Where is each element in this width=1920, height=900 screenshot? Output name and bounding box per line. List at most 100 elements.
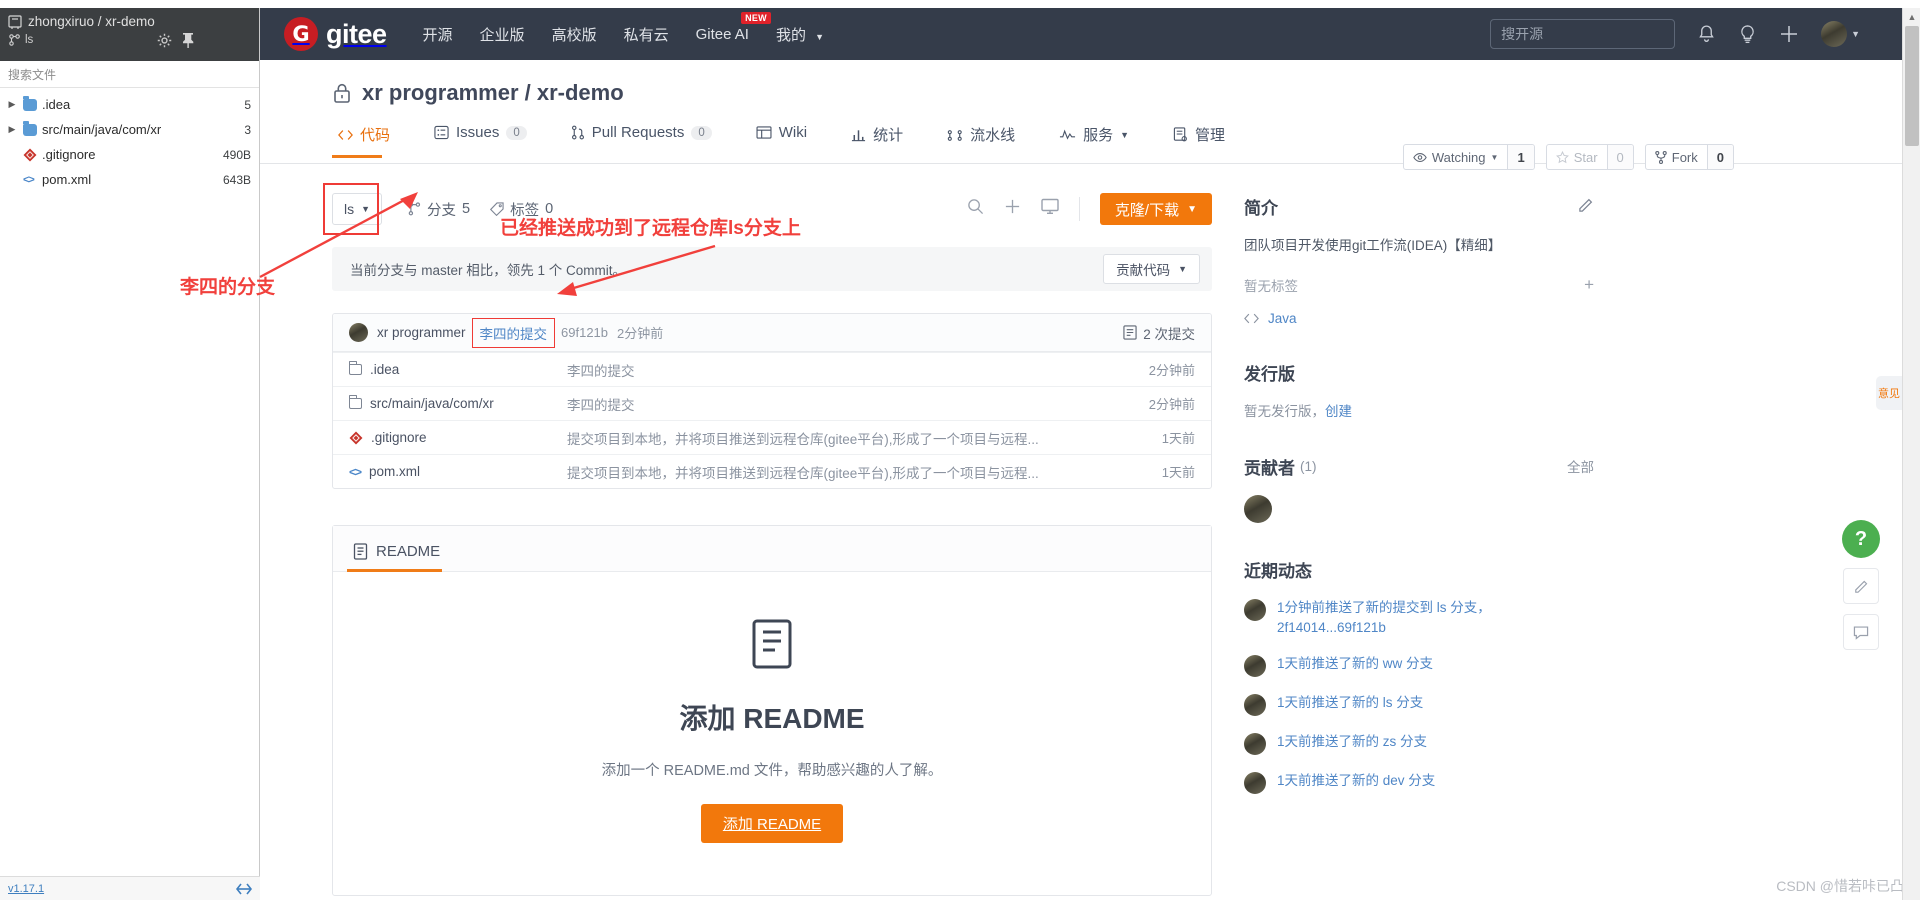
list-item[interactable]: 1分钟前推送了新的提交到 ls 分支，2f14014...69f121b bbox=[1244, 598, 1594, 639]
user-menu[interactable]: ▼ bbox=[1821, 21, 1860, 47]
file-commit-message[interactable]: 提交项目到本地，并将项目推送到远程仓库(gitee平台),形成了一个项目与远程.… bbox=[567, 462, 1133, 482]
avatar[interactable] bbox=[1244, 494, 1272, 523]
tab-issues[interactable]: Issues 0 bbox=[412, 124, 549, 153]
nav-item-education[interactable]: 高校版 bbox=[552, 24, 597, 45]
gear-icon[interactable] bbox=[157, 33, 172, 48]
nav-item-mine[interactable]: 我的 ▼ bbox=[776, 24, 824, 45]
help-button[interactable]: ? bbox=[1842, 520, 1880, 558]
tab-manage[interactable]: 管理 bbox=[1151, 124, 1247, 157]
file-name[interactable]: src/main/java/com/xr bbox=[370, 396, 494, 411]
browser-scrollbar[interactable]: ▲ bbox=[1902, 8, 1920, 900]
monitor-icon[interactable] bbox=[1041, 198, 1059, 220]
ide-tree-item[interactable]: .gitignore 490B bbox=[0, 142, 259, 167]
ide-file-tree[interactable]: ▶ .idea 5 ▶ src/main/java/com/xr 3 .giti… bbox=[0, 88, 259, 192]
table-row[interactable]: .gitignore 提交项目到本地，并将项目推送到远程仓库(gitee平台),… bbox=[333, 420, 1211, 454]
tab-pull-requests[interactable]: Pull Requests 0 bbox=[549, 124, 734, 153]
ide-file-search[interactable]: 搜索文件 bbox=[0, 61, 259, 88]
ide-version-label[interactable]: v1.17.1 bbox=[8, 883, 44, 895]
site-nav[interactable]: 开源 企业版 高校版 私有云 Gitee AI NEW 我的 ▼ bbox=[423, 11, 824, 45]
tab-code[interactable]: 代码 bbox=[332, 124, 412, 158]
clone-download-button[interactable]: 克隆/下载 ▼ bbox=[1099, 193, 1212, 225]
scroll-up-icon[interactable]: ▲ bbox=[1903, 8, 1920, 26]
list-item[interactable]: 1天前推送了新的 zs 分支 bbox=[1244, 732, 1594, 756]
pin-icon[interactable] bbox=[181, 32, 195, 48]
expand-collapse-icon[interactable] bbox=[236, 882, 252, 896]
file-commit-message[interactable]: 李四的提交 bbox=[567, 394, 1133, 414]
file-name[interactable]: .idea bbox=[370, 362, 399, 377]
table-row[interactable]: <> pom.xml 提交项目到本地，并将项目推送到远程仓库(gitee平台),… bbox=[333, 454, 1211, 488]
file-name-cell[interactable]: .idea bbox=[348, 361, 567, 377]
tab-wiki[interactable]: Wiki bbox=[734, 124, 829, 153]
nav-item-privatecloud[interactable]: 私有云 bbox=[624, 24, 669, 45]
nav-item-opensource[interactable]: 开源 bbox=[423, 24, 453, 45]
tab-pipeline[interactable]: 流水线 bbox=[925, 124, 1037, 157]
tab-readme[interactable]: README bbox=[347, 543, 456, 572]
activity-text[interactable]: 1天前推送了新的 ww 分支 bbox=[1277, 654, 1433, 674]
code-icon bbox=[1244, 313, 1259, 323]
list-item[interactable]: 1天前推送了新的 ls 分支 bbox=[1244, 693, 1594, 717]
nav-item-enterprise[interactable]: 企业版 bbox=[480, 24, 525, 45]
plus-icon[interactable] bbox=[1779, 24, 1799, 44]
repo-full-title[interactable]: xr programmer / xr-demo bbox=[362, 80, 624, 106]
edit-intro-icon[interactable] bbox=[1578, 197, 1594, 216]
comment-float-button[interactable] bbox=[1843, 614, 1879, 650]
readme-card: README 添加 README 添加一个 README.md 文件，帮助感兴趣… bbox=[332, 525, 1212, 896]
activity-text[interactable]: 1分钟前推送了新的提交到 ls 分支，2f14014...69f121b bbox=[1277, 598, 1594, 639]
table-row[interactable]: .idea 李四的提交 2分钟前 bbox=[333, 352, 1211, 386]
chevron-right-icon[interactable]: ▶ bbox=[6, 124, 18, 135]
tab-issues-count: 0 bbox=[506, 125, 527, 140]
edit-float-button[interactable] bbox=[1843, 568, 1879, 604]
chevron-right-icon[interactable]: ▶ bbox=[6, 99, 18, 110]
ide-tree-item[interactable]: ▶ src/main/java/com/xr 3 bbox=[0, 117, 259, 142]
ide-tree-item[interactable]: ▶ .idea 5 bbox=[0, 92, 259, 117]
commit-sha[interactable]: 69f121b bbox=[561, 325, 608, 340]
nav-item-gitee-ai[interactable]: Gitee AI NEW bbox=[696, 11, 771, 43]
watch-count[interactable]: 1 bbox=[1507, 145, 1534, 169]
search-input[interactable] bbox=[1490, 19, 1676, 49]
commit-author[interactable]: xr programmer bbox=[377, 325, 466, 340]
file-name-cell[interactable]: .gitignore bbox=[349, 430, 567, 445]
create-release-link[interactable]: 创建 bbox=[1325, 404, 1352, 419]
file-name[interactable]: pom.xml bbox=[369, 464, 420, 479]
watch-button-group[interactable]: Watching ▼ 1 bbox=[1402, 144, 1535, 170]
service-icon bbox=[1060, 129, 1076, 140]
table-row[interactable]: src/main/java/com/xr 李四的提交 2分钟前 bbox=[333, 386, 1211, 420]
contribute-code-button[interactable]: 贡献代码 ▼ bbox=[1103, 254, 1200, 284]
watch-button[interactable]: Watching ▼ bbox=[1404, 145, 1508, 169]
tab-service[interactable]: 服务 ▼ bbox=[1037, 124, 1151, 157]
ide-tree-item[interactable]: <> pom.xml 643B bbox=[0, 167, 259, 192]
fork-count[interactable]: 0 bbox=[1706, 145, 1733, 169]
contributors-all-link[interactable]: 全部 bbox=[1567, 456, 1594, 476]
feedback-pill[interactable]: 意见 bbox=[1876, 376, 1902, 410]
file-commit-message[interactable]: 提交项目到本地，并将项目推送到远程仓库(gitee平台),形成了一个项目与远程.… bbox=[567, 428, 1133, 448]
file-commit-message[interactable]: 李四的提交 bbox=[567, 360, 1133, 380]
star-button[interactable]: Star bbox=[1547, 145, 1607, 169]
gitee-logo[interactable]: G gitee bbox=[284, 17, 387, 51]
activity-text[interactable]: 1天前推送了新的 ls 分支 bbox=[1277, 693, 1423, 713]
scrollbar-thumb[interactable] bbox=[1905, 26, 1919, 146]
bell-icon[interactable] bbox=[1697, 24, 1716, 44]
list-item[interactable]: 1天前推送了新的 dev 分支 bbox=[1244, 771, 1594, 795]
star-count[interactable]: 0 bbox=[1606, 145, 1633, 169]
activity-text[interactable]: 1天前推送了新的 dev 分支 bbox=[1277, 771, 1435, 791]
branches-link[interactable]: 分支 5 bbox=[408, 199, 470, 220]
fork-button[interactable]: Fork bbox=[1646, 145, 1707, 169]
search-icon[interactable] bbox=[967, 198, 984, 220]
file-name-cell[interactable]: src/main/java/com/xr bbox=[348, 395, 567, 411]
ide-header-icons[interactable] bbox=[157, 32, 195, 48]
lightbulb-icon[interactable] bbox=[1738, 24, 1757, 44]
language-row[interactable]: Java bbox=[1244, 311, 1594, 326]
file-name[interactable]: .gitignore bbox=[371, 430, 427, 445]
star-button-group[interactable]: Star 0 bbox=[1545, 144, 1634, 170]
add-file-icon[interactable] bbox=[1004, 198, 1021, 220]
tag-icon bbox=[490, 202, 504, 216]
list-item[interactable]: 1天前推送了新的 ww 分支 bbox=[1244, 654, 1594, 678]
add-tag-icon[interactable]: + bbox=[1584, 276, 1594, 293]
activity-text[interactable]: 1天前推送了新的 zs 分支 bbox=[1277, 732, 1427, 752]
tab-statistics[interactable]: 统计 bbox=[829, 124, 925, 157]
add-readme-button[interactable]: 添加 README bbox=[700, 804, 844, 843]
fork-button-group[interactable]: Fork 0 bbox=[1644, 144, 1734, 170]
commit-count[interactable]: 2 次提交 bbox=[1123, 323, 1195, 343]
file-name-cell[interactable]: <> pom.xml bbox=[349, 464, 567, 479]
tags-link[interactable]: 标签 0 bbox=[490, 199, 553, 220]
